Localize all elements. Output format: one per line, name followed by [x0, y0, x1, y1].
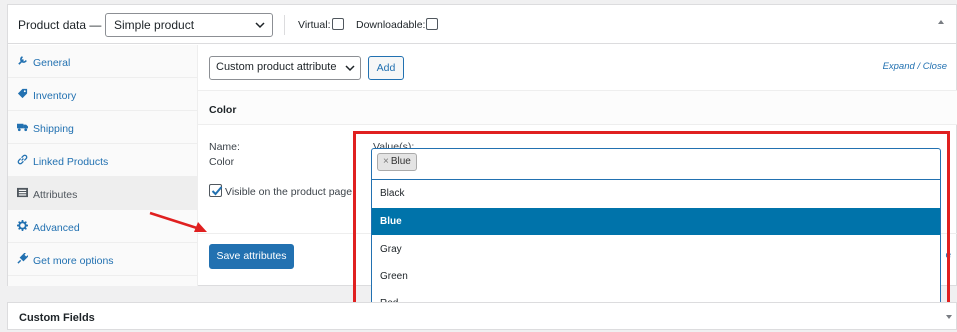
- tab-label: Shipping: [33, 123, 74, 135]
- tab-label: Advanced: [33, 222, 80, 234]
- checkmark-icon: [211, 186, 223, 196]
- name-value: Color: [209, 156, 235, 168]
- chevron-down-icon: [345, 65, 355, 72]
- tab-label: Get more options: [33, 255, 114, 267]
- tab-label: General: [33, 57, 71, 69]
- tab-get-more-options[interactable]: Get more options: [8, 243, 197, 276]
- tab-label: Inventory: [33, 90, 77, 102]
- custom-fields-panel[interactable]: Custom Fields: [7, 302, 957, 330]
- visible-on-product-page-label: Visible on the product page: [225, 186, 353, 198]
- tab-linked-products[interactable]: Linked Products: [8, 144, 197, 177]
- attribute-type-value: Custom product attribute: [216, 61, 337, 73]
- tab-general[interactable]: General: [8, 45, 197, 78]
- gear-icon: [17, 220, 28, 231]
- tag-icon: [17, 88, 28, 99]
- expand-close-link[interactable]: Expand / Close: [883, 61, 947, 72]
- name-label: Name:: [209, 141, 240, 153]
- product-type-value: Simple product: [114, 18, 195, 32]
- expand-arrow-icon[interactable]: [946, 315, 952, 319]
- product-type-select[interactable]: Simple product: [105, 13, 273, 37]
- save-attributes-button[interactable]: Save attributes: [209, 244, 294, 269]
- product-data-tabs: General Inventory Shipping Linked Produc…: [8, 45, 198, 286]
- custom-fields-title: Custom Fields: [19, 312, 95, 324]
- tab-attributes[interactable]: Attributes: [8, 177, 197, 210]
- add-attribute-button[interactable]: Add: [368, 56, 404, 80]
- product-data-title: Product data —: [18, 18, 102, 32]
- wrench-icon: [18, 56, 27, 65]
- list-icon: [17, 187, 28, 198]
- visible-on-product-page-checkbox[interactable]: [209, 184, 223, 197]
- panel-header: Product data — Simple product Virtual: D…: [8, 5, 956, 44]
- tab-inventory[interactable]: Inventory: [8, 78, 197, 111]
- attribute-type-select[interactable]: Custom product attribute: [209, 56, 361, 80]
- tab-label: Linked Products: [33, 156, 109, 168]
- plug-icon: [17, 253, 28, 264]
- truck-icon: [17, 123, 28, 132]
- collapse-arrow-icon[interactable]: [938, 20, 944, 24]
- attribute-title: Color: [209, 104, 237, 116]
- virtual-label: Virtual:: [298, 19, 331, 31]
- downloadable-label: Downloadable:: [356, 19, 426, 31]
- downloadable-checkbox[interactable]: [426, 18, 438, 30]
- chevron-down-icon: [255, 22, 265, 29]
- annotation-arrow-icon: [149, 211, 207, 232]
- link-icon: [17, 154, 28, 165]
- tab-shipping[interactable]: Shipping: [8, 111, 197, 144]
- attribute-header-row[interactable]: Color: [198, 90, 957, 125]
- header-divider: [284, 15, 285, 35]
- tab-label: Attributes: [33, 189, 78, 201]
- virtual-checkbox[interactable]: [332, 18, 344, 30]
- annotation-highlight-box: [353, 131, 950, 326]
